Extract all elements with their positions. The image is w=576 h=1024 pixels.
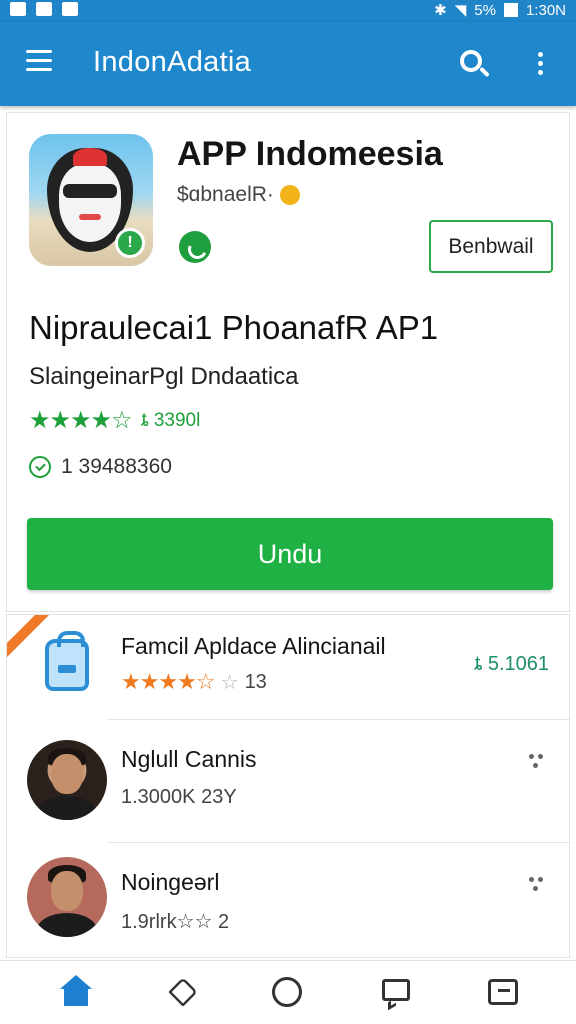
wifi-icon: ◥ [454, 2, 467, 19]
app-icon: ! [29, 134, 153, 266]
more-options-icon[interactable] [529, 877, 545, 895]
verified-badge-icon: ! [115, 228, 145, 258]
app-bar: IndonAdatia [0, 22, 576, 106]
list-item-title: Nglull Cannis [121, 746, 257, 772]
list-item-rating: ★★★★☆ ☆ 13 [121, 669, 267, 695]
list-item-meta: 1.9rlrk☆☆ 2 [121, 911, 230, 933]
list-item-title: Famcil Apldace Alincianail [121, 633, 386, 659]
app-headline: Nipraulecai1 PhoanafR AP1 [29, 309, 439, 346]
rating-count: ȶ 3390l [141, 409, 201, 431]
list-item-meta: 1.3000K 23Y [121, 786, 237, 808]
more-vert-icon[interactable] [535, 52, 545, 78]
check-circle-icon [29, 456, 51, 478]
search-icon[interactable] [458, 48, 492, 82]
app-detail-card: ! APP Indomeesia $ɑbnaelR· Benbwail Nipr… [6, 112, 570, 612]
profile-icon[interactable] [486, 975, 522, 1011]
battery-icon [503, 3, 518, 17]
image-icon [36, 2, 52, 16]
downloads-count: 1 39488360 [61, 455, 172, 478]
status-left-icons [10, 2, 78, 16]
list-item[interactable]: Noingeərl 1.9rlrk☆☆ 2 [7, 843, 571, 959]
battery-text: 5% [474, 1, 496, 19]
phone-icon[interactable] [179, 231, 211, 263]
bottom-navigation [0, 960, 576, 1024]
more-options-icon[interactable] [529, 754, 545, 772]
developer-row[interactable]: $ɑbnaelR· [177, 183, 300, 207]
star-empty: ☆ [220, 671, 239, 694]
circle-icon[interactable] [270, 975, 306, 1011]
file-icon [62, 2, 78, 16]
avatar [27, 857, 107, 937]
list-item-title: Noingeərl [121, 869, 220, 895]
bluetooth-icon: ✱ [434, 2, 447, 19]
app-name: APP Indomeesia [177, 135, 443, 173]
status-right: ✱ ◥ 5% 1:30N [434, 1, 566, 20]
chat-icon[interactable] [378, 975, 414, 1011]
home-icon[interactable] [58, 975, 94, 1011]
install-button[interactable]: Undu [27, 518, 553, 590]
price: ȶ 5.1061 [474, 653, 549, 675]
list-item[interactable]: Nglull Cannis 1.3000K 23Y [7, 720, 571, 843]
badge-icon[interactable] [166, 975, 202, 1011]
avatar [27, 740, 107, 820]
related-list: Famcil Apldace Alincianail ★★★★☆ ☆ 13 ȶ … [6, 614, 571, 959]
star-rating: ★★★★☆ [121, 669, 216, 694]
emoji-icon [279, 185, 300, 205]
backpack-icon [45, 631, 89, 691]
follow-button[interactable]: Benbwail [429, 220, 553, 273]
list-item[interactable]: Famcil Apldace Alincianail ★★★★☆ ☆ 13 ȶ … [7, 615, 571, 720]
clock: 1:30N [525, 1, 566, 19]
app-bar-title: IndonAdatia [93, 46, 252, 78]
status-bar: ✱ ◥ 5% 1:30N [0, 0, 576, 22]
star-rating: ★★★★☆ [29, 407, 133, 434]
app-subtitle: SlaingeinarPgl Dndaatica [29, 363, 299, 390]
rating-count: 13 [244, 670, 267, 693]
downloads-row: 1 39488360 [29, 455, 172, 479]
developer-name: $ɑbnaelR· [177, 183, 274, 206]
notification-icon [10, 2, 26, 16]
rating-row: ★★★★☆ ȶ 3390l [29, 406, 200, 435]
menu-icon[interactable] [26, 50, 52, 72]
